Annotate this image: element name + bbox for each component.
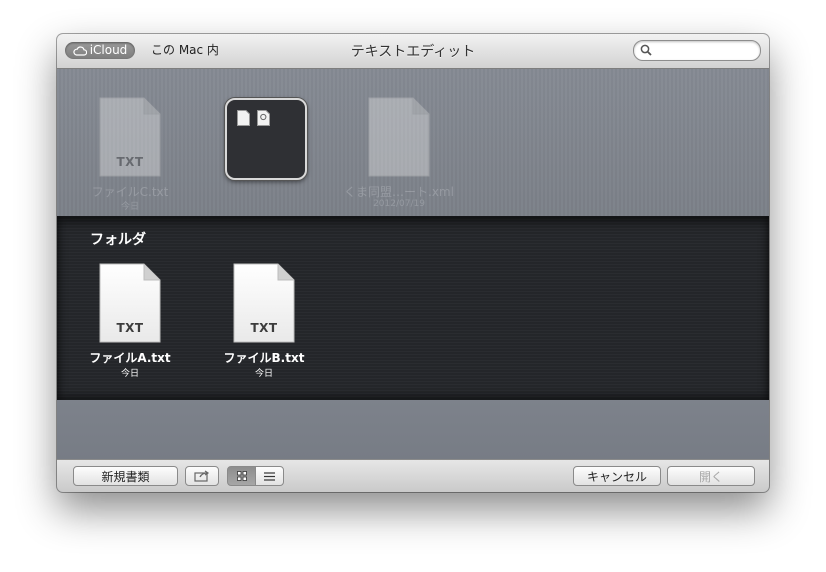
open-button[interactable]: 開く bbox=[667, 466, 755, 486]
open-dialog-window: iCloud この Mac 内 テキストエディット TXT ファイルC.txt … bbox=[57, 34, 769, 492]
grid-icon bbox=[236, 471, 247, 481]
mini-document-icon bbox=[257, 110, 270, 126]
file-date: 2012/07/19 bbox=[373, 199, 425, 209]
icloud-file-area: TXT ファイルC.txt 今日 くま同盟…ート.xml 2012/07/19 bbox=[57, 69, 769, 252]
bottom-toolbar: 新規書類 キャンセル 開く bbox=[57, 459, 769, 492]
new-document-button[interactable]: 新規書類 bbox=[73, 466, 178, 486]
icloud-file-area-lower bbox=[57, 400, 769, 459]
icloud-tab-label: iCloud bbox=[89, 43, 128, 57]
file-date: 今日 bbox=[120, 202, 139, 212]
search-input[interactable] bbox=[654, 42, 758, 60]
list-view-button[interactable] bbox=[255, 466, 284, 486]
on-my-mac-tab[interactable]: この Mac 内 bbox=[151, 42, 219, 59]
file-extension-label: TXT bbox=[250, 321, 278, 335]
file-name: ファイルB.txt bbox=[223, 351, 305, 365]
document-icon: TXT bbox=[99, 97, 161, 177]
search-field[interactable] bbox=[633, 40, 761, 61]
document-icon: TXT bbox=[233, 263, 295, 343]
document-icon: TXT bbox=[99, 263, 161, 343]
file-name: ファイルA.txt bbox=[89, 351, 171, 365]
file-extension-label: TXT bbox=[116, 155, 144, 169]
folder-contents-panel: フォルダ TXT ファイルA.txt 今日 TXT ファイルB.txt 今日 bbox=[57, 216, 769, 400]
share-button[interactable] bbox=[185, 466, 219, 486]
file-date: 今日 bbox=[254, 369, 273, 379]
file-name: ファイルC.txt bbox=[91, 185, 169, 199]
search-icon bbox=[640, 44, 652, 56]
file-extension-label: TXT bbox=[116, 321, 144, 335]
mini-document-icon bbox=[237, 110, 250, 126]
cancel-button[interactable]: キャンセル bbox=[573, 466, 661, 486]
icon-view-button[interactable] bbox=[227, 466, 256, 486]
document-icon bbox=[368, 97, 430, 177]
title-bar: iCloud この Mac 内 テキストエディット bbox=[57, 34, 769, 69]
share-icon bbox=[194, 470, 210, 482]
icloud-tab[interactable]: iCloud bbox=[65, 42, 135, 59]
file-name: くま同盟…ート.xml bbox=[344, 185, 454, 199]
folder-thumbnail[interactable] bbox=[225, 98, 307, 180]
folder-title: フォルダ bbox=[90, 232, 146, 248]
list-icon bbox=[264, 471, 275, 481]
file-date: 今日 bbox=[120, 369, 139, 379]
cloud-icon bbox=[73, 45, 87, 56]
